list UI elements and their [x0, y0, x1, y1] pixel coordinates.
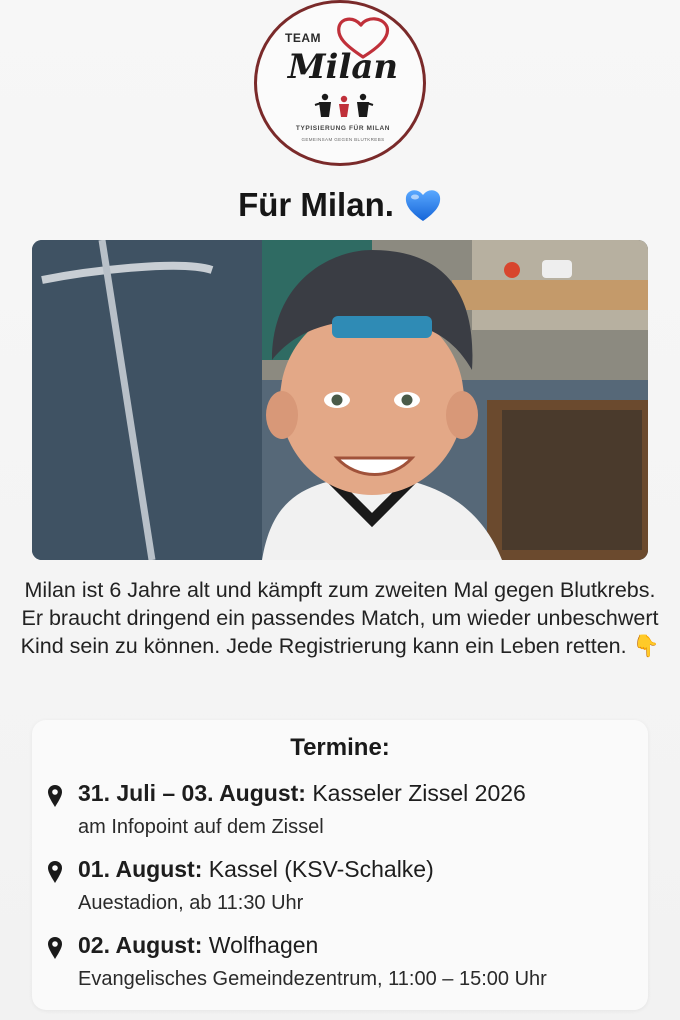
event-detail: Evangelisches Gemeindezentrum, 11:00 – 1… — [78, 968, 547, 990]
page-title: Für Milan. — [0, 186, 680, 224]
event-detail: Auestadion, ab 11:30 Uhr — [78, 892, 304, 914]
event-title: 31. Juli – 03. August: Kasseler Zissel 2… — [78, 780, 526, 807]
event-date: 01. August: — [78, 856, 203, 882]
location-pin-icon — [48, 937, 62, 959]
logo-name-text: Milan — [287, 47, 399, 87]
location-pin-icon — [48, 861, 62, 883]
logo-arc-text: GEMEINSAM GEGEN BLUTKREBS — [301, 137, 385, 142]
event-date: 31. Juli – 03. August: — [78, 780, 306, 806]
photo-milan — [32, 240, 648, 560]
photo-illustration — [32, 240, 648, 560]
description-text: Milan ist 6 Jahre alt und kämpft zum zwe… — [20, 578, 660, 658]
logo-slogan: TYPISIERUNG FÜR MILAN — [295, 125, 391, 132]
event-place: Kasseler Zissel 2026 — [312, 780, 526, 806]
blue-heart-icon — [405, 190, 441, 221]
event-place: Kassel (KSV-Schalke) — [208, 856, 434, 882]
event-detail: am Infopoint auf dem Zissel — [78, 816, 324, 838]
event-title: 01. August: Kassel (KSV-Schalke) — [78, 856, 434, 883]
page-title-text: Für Milan. — [238, 186, 394, 223]
family-icon — [314, 93, 374, 117]
page: TEAM Milan TYPISIERUNG FÜR MILAN GEMEINS… — [0, 0, 680, 1020]
logo-team-text: TEAM — [285, 31, 321, 45]
location-pin-icon — [48, 785, 62, 807]
event-place: Wolfhagen — [208, 932, 319, 958]
events-card: Termine: 31. Juli – 03. August: Kasseler… — [32, 720, 648, 1010]
events-title: Termine: — [290, 734, 390, 761]
event-date: 02. August: — [78, 932, 203, 958]
team-milan-logo: TEAM Milan TYPISIERUNG FÜR MILAN GEMEINS… — [254, 0, 426, 166]
event-title: 02. August: Wolfhagen — [78, 932, 318, 959]
